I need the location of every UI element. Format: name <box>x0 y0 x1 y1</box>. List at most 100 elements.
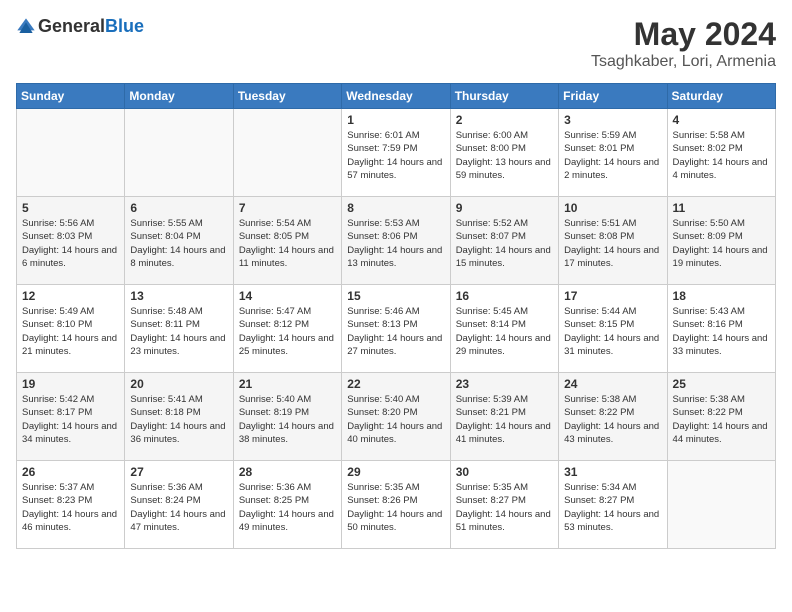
calendar-cell: 30 Sunrise: 5:35 AM Sunset: 8:27 PM Dayli… <box>450 461 558 549</box>
day-info: Sunrise: 5:38 AM Sunset: 8:22 PM Dayligh… <box>673 393 770 446</box>
calendar-cell: 24 Sunrise: 5:38 AM Sunset: 8:22 PM Dayli… <box>559 373 667 461</box>
day-number: 10 <box>564 201 661 215</box>
day-number: 9 <box>456 201 553 215</box>
day-info: Sunrise: 5:42 AM Sunset: 8:17 PM Dayligh… <box>22 393 119 446</box>
day-number: 7 <box>239 201 336 215</box>
day-info: Sunrise: 5:45 AM Sunset: 8:14 PM Dayligh… <box>456 305 553 358</box>
day-info: Sunrise: 5:43 AM Sunset: 8:16 PM Dayligh… <box>673 305 770 358</box>
calendar-cell: 26Sunrise: 5:37 AM Sunset: 8:23 PM Dayli… <box>17 461 125 549</box>
day-number: 27 <box>130 465 227 479</box>
calendar-header: SundayMondayTuesdayWednesdayThursdayFrid… <box>17 84 776 109</box>
calendar-cell <box>667 461 775 549</box>
day-number: 24 <box>564 377 661 391</box>
logo-blue-text: Blue <box>105 16 144 36</box>
calendar-cell: 12 Sunrise: 5:49 AM Sunset: 8:10 PM Dayli… <box>17 285 125 373</box>
calendar-cell <box>125 109 233 197</box>
day-number: 13 <box>130 289 227 303</box>
calendar-week-row: 19 Sunrise: 5:42 AM Sunset: 8:17 PM Dayli… <box>17 373 776 461</box>
day-number: 18 <box>673 289 770 303</box>
calendar-cell: 31 Sunrise: 5:34 AM Sunset: 8:27 PM Dayli… <box>559 461 667 549</box>
location-title: Tsaghkaber, Lori, Armenia <box>591 53 776 71</box>
calendar-cell <box>17 109 125 197</box>
day-number: 1 <box>347 113 444 127</box>
day-number: 11 <box>673 201 770 215</box>
day-info: Sunrise: 5:39 AM Sunset: 8:21 PM Dayligh… <box>456 393 553 446</box>
day-number: 31 <box>564 465 661 479</box>
day-info: Sunrise: 5:34 AM Sunset: 8:27 PM Dayligh… <box>564 481 661 534</box>
day-number: 19 <box>22 377 119 391</box>
calendar-cell: 29Sunrise: 5:35 AM Sunset: 8:26 PM Dayli… <box>342 461 450 549</box>
calendar-cell: 25 Sunrise: 5:38 AM Sunset: 8:22 PM Dayli… <box>667 373 775 461</box>
logo-general-text: General <box>38 16 105 36</box>
weekday-row: SundayMondayTuesdayWednesdayThursdayFrid… <box>17 84 776 109</box>
day-number: 20 <box>130 377 227 391</box>
calendar-cell: 5Sunrise: 5:56 AM Sunset: 8:03 PM Daylig… <box>17 197 125 285</box>
calendar-body: 1 Sunrise: 6:01 AM Sunset: 7:59 PM Daylig… <box>17 109 776 549</box>
day-number: 21 <box>239 377 336 391</box>
day-number: 14 <box>239 289 336 303</box>
calendar-week-row: 26Sunrise: 5:37 AM Sunset: 8:23 PM Dayli… <box>17 461 776 549</box>
day-info: Sunrise: 6:01 AM Sunset: 7:59 PM Dayligh… <box>347 129 444 182</box>
day-info: Sunrise: 5:53 AM Sunset: 8:06 PM Dayligh… <box>347 217 444 270</box>
weekday-header: Sunday <box>17 84 125 109</box>
day-info: Sunrise: 5:46 AM Sunset: 8:13 PM Dayligh… <box>347 305 444 358</box>
day-info: Sunrise: 5:47 AM Sunset: 8:12 PM Dayligh… <box>239 305 336 358</box>
day-info: Sunrise: 5:35 AM Sunset: 8:27 PM Dayligh… <box>456 481 553 534</box>
calendar-week-row: 1 Sunrise: 6:01 AM Sunset: 7:59 PM Daylig… <box>17 109 776 197</box>
day-number: 26 <box>22 465 119 479</box>
day-number: 17 <box>564 289 661 303</box>
calendar-cell: 13 Sunrise: 5:48 AM Sunset: 8:11 PM Dayli… <box>125 285 233 373</box>
calendar-cell: 10 Sunrise: 5:51 AM Sunset: 8:08 PM Dayli… <box>559 197 667 285</box>
calendar-cell: 14 Sunrise: 5:47 AM Sunset: 8:12 PM Dayli… <box>233 285 341 373</box>
weekday-header: Tuesday <box>233 84 341 109</box>
day-info: Sunrise: 5:48 AM Sunset: 8:11 PM Dayligh… <box>130 305 227 358</box>
day-info: Sunrise: 5:51 AM Sunset: 8:08 PM Dayligh… <box>564 217 661 270</box>
day-number: 30 <box>456 465 553 479</box>
title-block: May 2024 Tsaghkaber, Lori, Armenia <box>591 16 776 71</box>
day-number: 12 <box>22 289 119 303</box>
logo-icon <box>16 17 36 37</box>
calendar-cell: 4Sunrise: 5:58 AM Sunset: 8:02 PM Daylig… <box>667 109 775 197</box>
calendar-cell: 11Sunrise: 5:50 AM Sunset: 8:09 PM Dayli… <box>667 197 775 285</box>
logo: GeneralBlue <box>16 16 144 37</box>
calendar-cell: 6Sunrise: 5:55 AM Sunset: 8:04 PM Daylig… <box>125 197 233 285</box>
calendar-cell: 23 Sunrise: 5:39 AM Sunset: 8:21 PM Dayli… <box>450 373 558 461</box>
calendar-week-row: 5Sunrise: 5:56 AM Sunset: 8:03 PM Daylig… <box>17 197 776 285</box>
weekday-header: Thursday <box>450 84 558 109</box>
day-info: Sunrise: 5:58 AM Sunset: 8:02 PM Dayligh… <box>673 129 770 182</box>
month-title: May 2024 <box>591 16 776 53</box>
calendar-cell: 28 Sunrise: 5:36 AM Sunset: 8:25 PM Dayli… <box>233 461 341 549</box>
calendar-cell <box>233 109 341 197</box>
day-info: Sunrise: 5:54 AM Sunset: 8:05 PM Dayligh… <box>239 217 336 270</box>
weekday-header: Wednesday <box>342 84 450 109</box>
calendar-cell: 7 Sunrise: 5:54 AM Sunset: 8:05 PM Daylig… <box>233 197 341 285</box>
calendar-cell: 22 Sunrise: 5:40 AM Sunset: 8:20 PM Dayli… <box>342 373 450 461</box>
day-info: Sunrise: 5:56 AM Sunset: 8:03 PM Dayligh… <box>22 217 119 270</box>
day-number: 25 <box>673 377 770 391</box>
weekday-header: Saturday <box>667 84 775 109</box>
page-header: GeneralBlue May 2024 Tsaghkaber, Lori, A… <box>16 16 776 71</box>
day-number: 2 <box>456 113 553 127</box>
calendar-cell: 17 Sunrise: 5:44 AM Sunset: 8:15 PM Dayli… <box>559 285 667 373</box>
calendar-cell: 19 Sunrise: 5:42 AM Sunset: 8:17 PM Dayli… <box>17 373 125 461</box>
calendar-cell: 18 Sunrise: 5:43 AM Sunset: 8:16 PM Dayli… <box>667 285 775 373</box>
day-number: 22 <box>347 377 444 391</box>
day-number: 28 <box>239 465 336 479</box>
day-number: 3 <box>564 113 661 127</box>
day-info: Sunrise: 5:36 AM Sunset: 8:25 PM Dayligh… <box>239 481 336 534</box>
calendar-cell: 9Sunrise: 5:52 AM Sunset: 8:07 PM Daylig… <box>450 197 558 285</box>
day-number: 15 <box>347 289 444 303</box>
calendar-week-row: 12 Sunrise: 5:49 AM Sunset: 8:10 PM Dayli… <box>17 285 776 373</box>
weekday-header: Monday <box>125 84 233 109</box>
day-info: Sunrise: 5:49 AM Sunset: 8:10 PM Dayligh… <box>22 305 119 358</box>
calendar-cell: 8Sunrise: 5:53 AM Sunset: 8:06 PM Daylig… <box>342 197 450 285</box>
day-info: Sunrise: 5:41 AM Sunset: 8:18 PM Dayligh… <box>130 393 227 446</box>
day-info: Sunrise: 5:55 AM Sunset: 8:04 PM Dayligh… <box>130 217 227 270</box>
day-info: Sunrise: 6:00 AM Sunset: 8:00 PM Dayligh… <box>456 129 553 182</box>
day-number: 23 <box>456 377 553 391</box>
day-info: Sunrise: 5:59 AM Sunset: 8:01 PM Dayligh… <box>564 129 661 182</box>
day-info: Sunrise: 5:44 AM Sunset: 8:15 PM Dayligh… <box>564 305 661 358</box>
day-info: Sunrise: 5:38 AM Sunset: 8:22 PM Dayligh… <box>564 393 661 446</box>
day-info: Sunrise: 5:40 AM Sunset: 8:19 PM Dayligh… <box>239 393 336 446</box>
day-info: Sunrise: 5:40 AM Sunset: 8:20 PM Dayligh… <box>347 393 444 446</box>
